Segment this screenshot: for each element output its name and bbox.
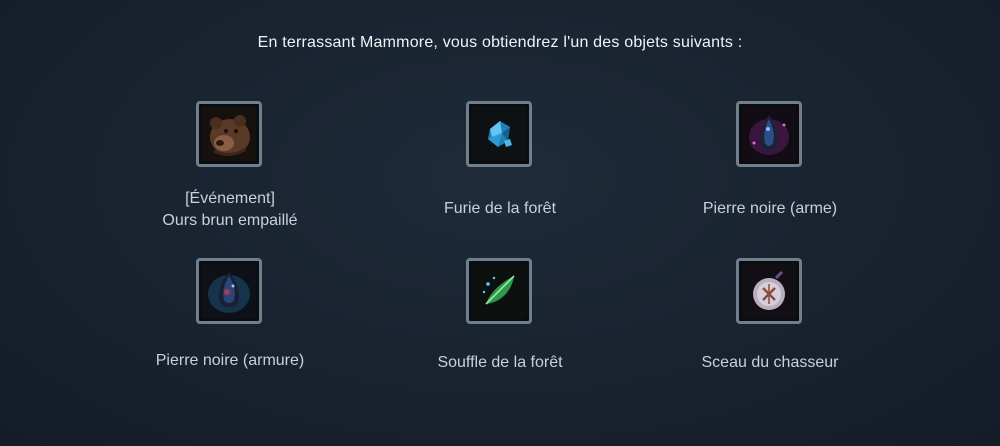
stuffed-bear-icon xyxy=(202,107,256,161)
reward-name-line2: Ours brun empaillé xyxy=(162,212,298,229)
reward-name: Sceau du chasseur xyxy=(640,352,900,374)
reward-slot[interactable] xyxy=(196,258,262,324)
hunter-seal-icon xyxy=(742,264,796,318)
reward-name-line1: Souffle de la forêt xyxy=(437,354,563,371)
reward-slot[interactable] xyxy=(196,101,262,167)
reward-name: Furie de la forêt xyxy=(370,198,630,220)
reward-name-line1: Furie de la forêt xyxy=(443,200,557,217)
reward-heading: En terrassant Mammore, vous obtiendrez l… xyxy=(257,34,743,51)
reward-slot[interactable] xyxy=(466,258,532,324)
black-stone-weapon-icon xyxy=(742,107,796,161)
blue-crystal-icon xyxy=(472,107,526,161)
reward-name-line1: Pierre noire (armure) xyxy=(155,352,305,369)
reward-name-line1: Pierre noire (arme) xyxy=(702,200,838,217)
reward-name-line1: Sceau du chasseur xyxy=(701,354,839,371)
reward-slot[interactable] xyxy=(736,258,802,324)
green-leaf-icon xyxy=(472,264,526,318)
reward-name-line1: [Événement] xyxy=(185,190,275,207)
reward-name: Pierre noire (arme) xyxy=(640,198,900,220)
reward-preview-panel: En terrassant Mammore, vous obtiendrez l… xyxy=(0,0,1000,446)
reward-name: [Événement] Ours brun empaillé xyxy=(100,188,360,232)
reward-name: Souffle de la forêt xyxy=(370,352,630,374)
black-stone-armor-icon xyxy=(202,264,256,318)
reward-slot[interactable] xyxy=(466,101,532,167)
reward-slot[interactable] xyxy=(736,101,802,167)
reward-name: Pierre noire (armure) xyxy=(100,350,360,372)
